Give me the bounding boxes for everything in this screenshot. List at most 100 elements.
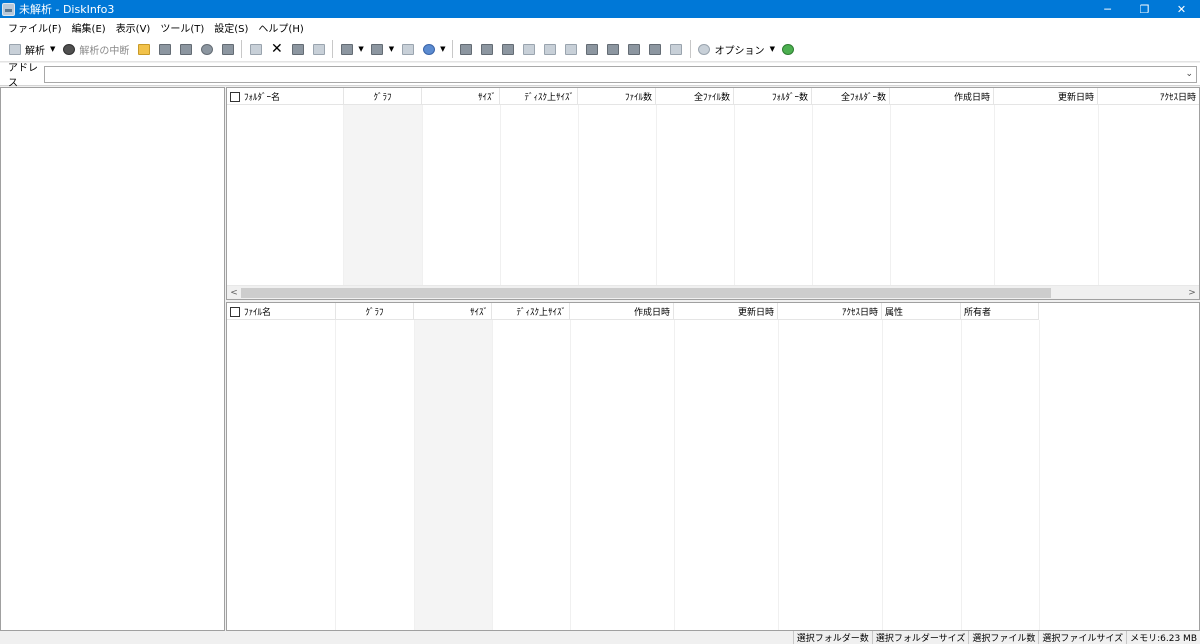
options-button[interactable]: オプション [715,42,765,57]
address-input[interactable]: ⌄ [44,65,1197,83]
user-icon[interactable] [420,40,438,58]
col-modified[interactable]: 更新日時 [674,303,778,320]
column-divider [1039,320,1040,630]
column-divider [778,320,779,630]
col-created[interactable]: 作成日時 [570,303,674,320]
col-total-file-count[interactable]: 全ﾌｧｲﾙ数 [656,88,734,105]
file-list-header: ﾌｧｲﾙ名 ｸﾞﾗﾌ ｻｲｽﾞ ﾃﾞｨｽｸ上ｻｲｽﾞ 作成日時 更新日時 ｱｸｾ… [227,303,1039,320]
menu-help[interactable]: ヘルプ(H) [253,20,308,35]
status-bar: 選択フォルダー数 選択フォルダーサイズ 選択ファイル数 選択ファイルサイズ メモ… [0,631,1200,644]
col-modified[interactable]: 更新日時 [994,88,1098,105]
minimize-button[interactable]: ─ [1089,0,1126,18]
col-file-name[interactable]: ﾌｧｲﾙ名 [227,303,336,320]
menu-bar: ファイル(F) 編集(E) 表示(V) ツール(T) 設定(S) ヘルプ(H) [0,18,1200,37]
toolbar-separator [241,40,243,58]
analyze-dropdown-icon[interactable]: ▼ [50,45,55,53]
export-icon[interactable] [177,40,195,58]
column-divider [570,320,571,630]
rename-icon[interactable] [289,40,307,58]
stop-analysis-button[interactable]: 解析の中断 [79,42,129,57]
chevron-down-icon[interactable]: ⌄ [1185,69,1193,79]
col-file-count[interactable]: ﾌｧｲﾙ数 [578,88,656,105]
calendar-icon[interactable] [583,40,601,58]
window-title: 未解析 - DiskInfo3 [19,3,115,16]
card-icon[interactable] [667,40,685,58]
favorite-icon[interactable] [646,40,664,58]
analyze-button[interactable]: 解析 [25,42,45,57]
scroll-right-icon[interactable]: > [1185,286,1199,299]
col-owner[interactable]: 所有者 [961,303,1039,320]
col-size[interactable]: ｻｲｽﾞ [414,303,492,320]
back-icon[interactable] [338,40,356,58]
col-folder-name[interactable]: ﾌｫﾙﾀﾞｰ名 [227,88,344,105]
col-file-name-label: ﾌｧｲﾙ名 [244,308,272,318]
column-divider [656,105,657,287]
column-divider [890,105,891,287]
open-folder-icon[interactable] [135,40,153,58]
close-button[interactable]: ✕ [1163,0,1200,18]
up-folder-icon[interactable] [399,40,417,58]
analyze-icon[interactable] [6,40,24,58]
folder-tree[interactable] [0,87,225,631]
toolbar: 解析 ▼ 解析の中断 ✕ ▼ ▼ ▼ オプション ▼ [0,37,1200,62]
menu-file[interactable]: ファイル(F) [3,20,67,35]
number-list-icon[interactable] [520,40,538,58]
column-divider [500,105,501,287]
folder-list-header: ﾌｫﾙﾀﾞｰ名 ｸﾞﾗﾌ ｻｲｽﾞ ﾃﾞｨｽｸ上ｻｲｽﾞ ﾌｧｲﾙ数 全ﾌｧｲﾙ… [227,88,1199,105]
col-accessed[interactable]: ｱｸｾｽ日時 [1098,88,1199,105]
col-accessed[interactable]: ｱｸｾｽ日時 [778,303,882,320]
options-dropdown-icon[interactable]: ▼ [770,45,775,53]
menu-edit[interactable]: 編集(E) [67,20,111,35]
info-icon[interactable] [198,40,216,58]
col-graph[interactable]: ｸﾞﾗﾌ [336,303,414,320]
file-list[interactable]: ﾌｧｲﾙ名 ｸﾞﾗﾌ ｻｲｽﾞ ﾃﾞｨｽｸ上ｻｲｽﾞ 作成日時 更新日時 ｱｸｾ… [226,302,1200,631]
col-created[interactable]: 作成日時 [890,88,994,105]
pane-left-icon[interactable] [541,40,559,58]
menu-tools[interactable]: ツール(T) [155,20,209,35]
properties-icon[interactable] [219,40,237,58]
drive-icon[interactable] [457,40,475,58]
col-folder-count[interactable]: ﾌｫﾙﾀﾞｰ数 [734,88,812,105]
select-all-folders-checkbox[interactable] [230,91,240,102]
image-icon[interactable] [499,40,517,58]
col-disk-size[interactable]: ﾃﾞｨｽｸ上ｻｲｽﾞ [500,88,578,105]
col-folder-name-label: ﾌｫﾙﾀﾞｰ名 [244,93,281,103]
col-graph[interactable]: ｸﾞﾗﾌ [344,88,422,105]
horizontal-scrollbar[interactable]: < > [227,285,1199,299]
col-total-folder-count[interactable]: 全ﾌｫﾙﾀﾞｰ数 [812,88,890,105]
column-divider [335,320,336,630]
window-controls: ─ ❐ ✕ [1089,0,1200,18]
scroll-left-icon[interactable]: < [227,286,241,299]
scrollbar-thumb[interactable] [241,288,1051,298]
window-icon[interactable] [478,40,496,58]
pane-right-icon[interactable] [562,40,580,58]
column-divider [812,105,813,287]
address-bar: アドレス ⌄ [0,63,1200,89]
user-dropdown-icon[interactable]: ▼ [440,45,445,53]
stop-icon[interactable] [60,40,78,58]
list-icon[interactable] [310,40,328,58]
globe-icon[interactable] [779,40,797,58]
save-icon[interactable] [156,40,174,58]
toolbar-separator [332,40,334,58]
select-all-files-checkbox[interactable] [230,306,240,317]
size-column-shade [414,320,492,630]
forward-dropdown-icon[interactable]: ▼ [389,45,394,53]
folder-list[interactable]: ﾌｫﾙﾀﾞｰ名 ｸﾞﾗﾌ ｻｲｽﾞ ﾃﾞｨｽｸ上ｻｲｽﾞ ﾌｧｲﾙ数 全ﾌｧｲﾙ… [226,87,1200,300]
gallery-icon[interactable] [625,40,643,58]
col-size[interactable]: ｻｲｽﾞ [422,88,500,105]
copy-icon[interactable] [247,40,265,58]
back-dropdown-icon[interactable]: ▼ [358,45,363,53]
col-disk-size[interactable]: ﾃﾞｨｽｸ上ｻｲｽﾞ [492,303,570,320]
status-selected-folder-count: 選択フォルダー数 [792,631,872,644]
chart-icon[interactable] [604,40,622,58]
col-attributes[interactable]: 属性 [882,303,961,320]
restore-button[interactable]: ❐ [1126,0,1163,18]
column-divider [492,320,493,630]
menu-settings[interactable]: 設定(S) [209,20,253,35]
menu-view[interactable]: 表示(V) [111,20,156,35]
gear-icon[interactable] [695,40,713,58]
delete-icon[interactable]: ✕ [268,40,286,58]
toolbar-separator [689,40,691,58]
forward-icon[interactable] [368,40,386,58]
